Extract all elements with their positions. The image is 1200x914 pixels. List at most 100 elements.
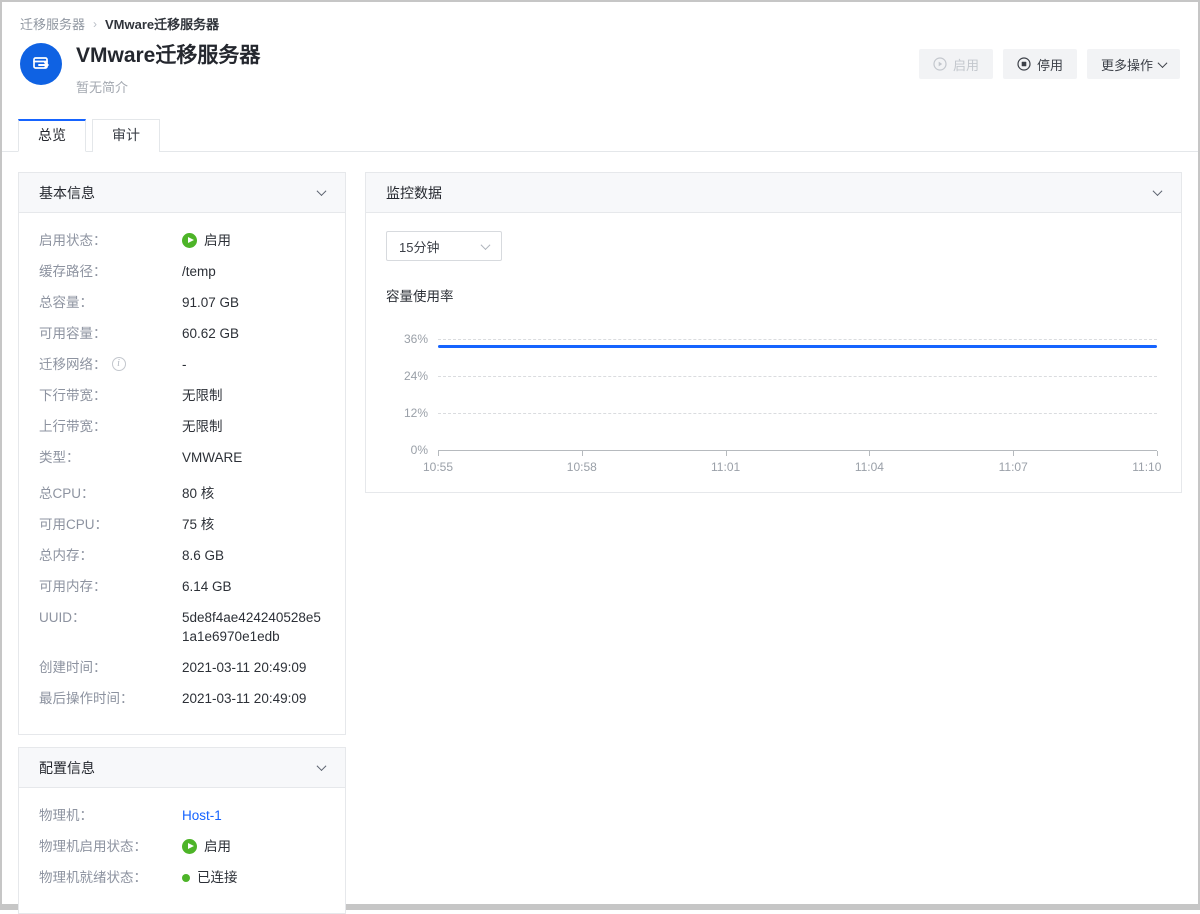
play-badge-icon (182, 839, 197, 854)
right-column: 监控数据 15分钟 容量使用率 0%12%24%36% 10:5510:5811… (365, 172, 1182, 493)
left-column: 基本信息 启用状态： 启用 缓存路径： /temp 总容量： 91.0 (18, 172, 346, 914)
y-tick-label: 36% (404, 332, 428, 346)
info-row-total-memory: 总内存： 8.6 GB (39, 546, 325, 565)
info-label: 物理机： (39, 806, 182, 825)
capacity-usage-chart: 0%12%24%36% 10:5510:5811:0111:0411:0711:… (386, 321, 1161, 478)
info-label: 创建时间： (39, 658, 182, 677)
y-tick-label: 24% (404, 369, 428, 383)
info-row-download-bandwidth: 下行带宽： 无限制 (39, 386, 325, 405)
tab-overview[interactable]: 总览 (18, 119, 86, 152)
info-label: 下行带宽： (39, 386, 182, 405)
info-row-available-memory: 可用内存： 6.14 GB (39, 577, 325, 596)
grid-line (438, 413, 1157, 414)
grid-line (438, 376, 1157, 377)
breadcrumb-item-migration-servers[interactable]: 迁移服务器 (20, 14, 85, 33)
info-label-text: 迁移网络： (39, 355, 107, 374)
tab-audit[interactable]: 审计 (92, 119, 160, 152)
play-badge-icon (182, 233, 197, 248)
disable-button[interactable]: 停用 (1003, 49, 1077, 79)
info-row-physical-host: 物理机： Host-1 (39, 806, 325, 825)
x-axis-line (438, 450, 1157, 451)
info-label: 物理机启用状态： (39, 837, 182, 856)
x-tick-label: 10:55 (423, 460, 453, 474)
info-value: 5de8f4ae424240528e51a1e6970e1edb (182, 608, 325, 646)
info-row-host-enable-state: 物理机启用状态： 启用 (39, 837, 325, 856)
status-value: 启用 (182, 231, 325, 250)
info-value: 无限制 (182, 386, 325, 405)
info-label: 总容量： (39, 293, 182, 312)
monitor-panel-title: 监控数据 (386, 183, 442, 203)
config-info-panel-header[interactable]: 配置信息 (19, 748, 345, 788)
info-value: /temp (182, 262, 325, 281)
chart-plot (438, 321, 1157, 451)
info-label: 上行带宽： (39, 417, 182, 436)
config-info-panel-title: 配置信息 (39, 758, 95, 778)
status-text: 启用 (204, 837, 231, 856)
green-dot-icon (182, 874, 190, 882)
info-label: 迁移网络： i (39, 355, 182, 374)
basic-info-panel-header[interactable]: 基本信息 (19, 173, 345, 213)
info-value: 75 核 (182, 515, 325, 534)
x-tick-label: 11:04 (855, 460, 884, 474)
info-label: 总CPU： (39, 484, 182, 503)
info-row-migration-network: 迁移网络： i - (39, 355, 325, 374)
x-axis-tick (869, 451, 870, 456)
info-label: 启用状态： (39, 231, 182, 250)
info-value: VMWARE (182, 448, 325, 467)
info-label: 可用内存： (39, 577, 182, 596)
x-tick-label: 10:58 (567, 460, 597, 474)
chevron-down-icon[interactable] (1153, 186, 1163, 196)
info-value: 80 核 (182, 484, 325, 503)
breadcrumb-separator-icon: › (93, 17, 97, 31)
chart-x-axis: 10:5510:5811:0111:0411:0711:10 (438, 460, 1157, 478)
info-row-available-capacity: 可用容量： 60.62 GB (39, 324, 325, 343)
header-actions: 启用 停用 更多操作 (919, 49, 1180, 79)
y-tick-label: 0% (411, 443, 428, 457)
page-header: VMware迁移服务器 暂无简介 启用 停用 更多操作 (2, 33, 1198, 96)
info-label: 最后操作时间： (39, 689, 182, 708)
enable-button[interactable]: 启用 (919, 49, 993, 79)
server-migrate-icon (20, 43, 62, 85)
basic-info-panel-title: 基本信息 (39, 183, 95, 203)
info-circle-icon[interactable]: i (112, 357, 126, 371)
x-axis-tick (726, 451, 727, 456)
info-row-host-ready-state: 物理机就绪状态： 已连接 (39, 868, 325, 887)
chevron-down-icon[interactable] (317, 761, 327, 771)
info-value: 91.07 GB (182, 293, 325, 312)
info-value: 6.14 GB (182, 577, 325, 596)
page-title: VMware迁移服务器 (76, 43, 260, 69)
info-label: 物理机就绪状态： (39, 868, 182, 887)
chart-title: 容量使用率 (386, 285, 1161, 305)
more-actions-label: 更多操作 (1101, 55, 1153, 74)
monitor-panel-header[interactable]: 监控数据 (366, 173, 1181, 213)
grid-line (438, 339, 1157, 340)
interval-select[interactable]: 15分钟 (386, 231, 502, 261)
info-row-upload-bandwidth: 上行带宽： 无限制 (39, 417, 325, 436)
chart-main: 10:5510:5811:0111:0411:0711:10 (438, 321, 1157, 478)
info-row-uuid: UUID： 5de8f4ae424240528e51a1e6970e1edb (39, 608, 325, 646)
x-tick-label: 11:10 (1132, 460, 1161, 474)
host-link[interactable]: Host-1 (182, 806, 325, 825)
basic-info-panel-body: 启用状态： 启用 缓存路径： /temp 总容量： 91.07 GB 可用容量： (19, 213, 345, 734)
chevron-down-icon (481, 240, 491, 250)
info-value: 无限制 (182, 417, 325, 436)
x-tick-label: 11:01 (711, 460, 740, 474)
more-actions-button[interactable]: 更多操作 (1087, 49, 1180, 79)
status-text: 启用 (204, 231, 231, 250)
breadcrumb: 迁移服务器 › VMware迁移服务器 (2, 2, 1198, 33)
info-label: 总内存： (39, 546, 182, 565)
config-info-panel-body: 物理机： Host-1 物理机启用状态： 启用 物理机就绪状态： 已连接 (19, 788, 345, 913)
x-axis-tick (582, 451, 583, 456)
info-label: 类型： (39, 448, 182, 467)
enable-button-label: 启用 (953, 55, 979, 74)
info-value: 2021-03-11 20:49:09 (182, 658, 325, 677)
monitor-panel: 监控数据 15分钟 容量使用率 0%12%24%36% 10:5510:5811… (365, 172, 1182, 493)
info-row-create-time: 创建时间： 2021-03-11 20:49:09 (39, 658, 325, 677)
info-row-total-capacity: 总容量： 91.07 GB (39, 293, 325, 312)
info-label: UUID： (39, 608, 182, 646)
chevron-down-icon[interactable] (317, 186, 327, 196)
status-text: 已连接 (197, 868, 238, 887)
interval-select-value: 15分钟 (399, 237, 439, 256)
info-row-type: 类型： VMWARE (39, 448, 325, 467)
content-area: 基本信息 启用状态： 启用 缓存路径： /temp 总容量： 91.0 (2, 152, 1198, 914)
